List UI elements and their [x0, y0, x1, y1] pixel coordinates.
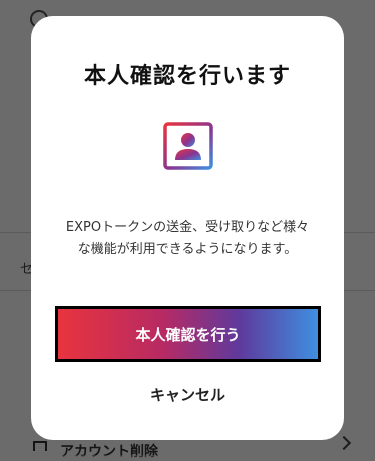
verify-identity-button[interactable]: 本人確認を行う — [55, 306, 321, 362]
cancel-button[interactable]: キャンセル — [31, 384, 344, 405]
modal-description: EXPOトークンの送金、受け取りなど様々 な機能が利用できるようになります。 — [61, 217, 314, 261]
identity-verification-modal: 本人確認を行います EXPOトークンの送金、受け取りなど様々 な機能が利用できる… — [31, 16, 344, 440]
id-badge-icon — [162, 118, 214, 170]
description-line: な機能が利用できるようになります。 — [77, 242, 298, 257]
modal-title: 本人確認を行います — [83, 64, 291, 89]
description-line: EXPOトークンの送金、受け取りなど様々 — [65, 220, 310, 235]
